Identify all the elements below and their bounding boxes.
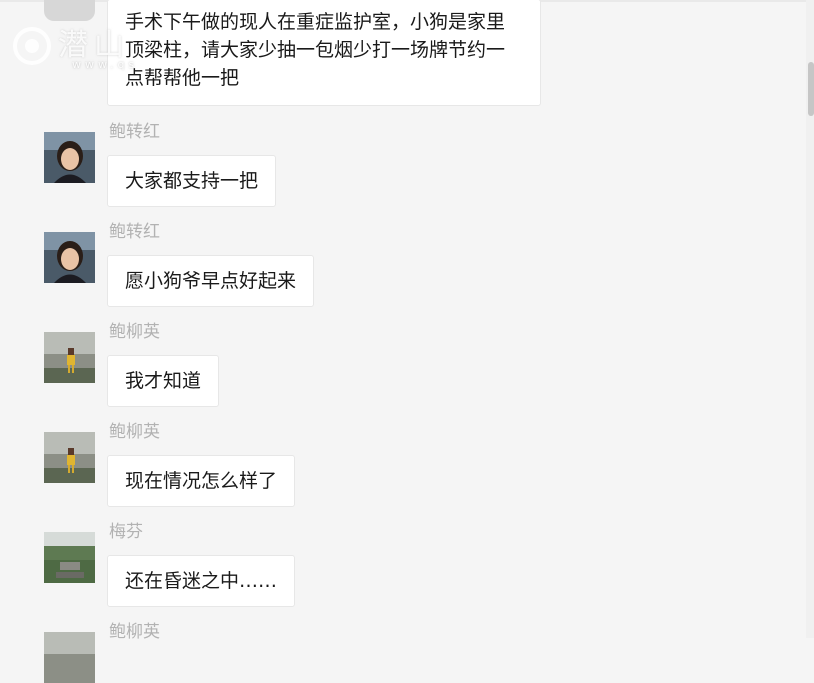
sender-name: 鲍转红	[109, 122, 160, 142]
scrollbar[interactable]	[806, 0, 814, 638]
avatar[interactable]	[44, 132, 95, 183]
chat-window: 手术下午做的现人在重症监护室，小狗是家里顶梁柱，请大家少抽一包烟少打一场牌节约一…	[0, 0, 814, 683]
avatar-image	[44, 432, 95, 483]
message-bubble[interactable]: 还在昏迷之中……	[107, 555, 296, 607]
avatar-image	[44, 332, 95, 383]
sender-name: 鲍柳英	[109, 322, 160, 342]
sender-name: 鲍柳英	[109, 622, 160, 642]
message-bubble[interactable]: 现在情况怎么样了	[107, 455, 296, 507]
avatar-image	[44, 632, 95, 683]
message-bubble[interactable]: 大家都支持一把	[107, 155, 277, 207]
avatar-image	[44, 232, 95, 283]
avatar[interactable]	[44, 332, 95, 383]
scrollbar-thumb[interactable]	[808, 62, 814, 116]
sender-name: 鲍转红	[109, 222, 160, 242]
sender-name: 梅芬	[109, 522, 143, 542]
message-bubble[interactable]: 我才知道	[107, 355, 220, 407]
avatar[interactable]	[44, 432, 95, 483]
avatar[interactable]	[44, 0, 95, 21]
avatar[interactable]	[44, 532, 95, 583]
avatar-image	[44, 132, 95, 183]
avatar[interactable]	[44, 232, 95, 283]
avatar[interactable]	[44, 632, 95, 683]
message-bubble[interactable]: 手术下午做的现人在重症监护室，小狗是家里顶梁柱，请大家少抽一包烟少打一场牌节约一…	[107, 0, 541, 106]
sender-name: 鲍柳英	[109, 422, 160, 442]
avatar-image	[44, 532, 95, 583]
message-bubble[interactable]: 愿小狗爷早点好起来	[107, 255, 315, 307]
watermark-icon	[13, 27, 51, 65]
